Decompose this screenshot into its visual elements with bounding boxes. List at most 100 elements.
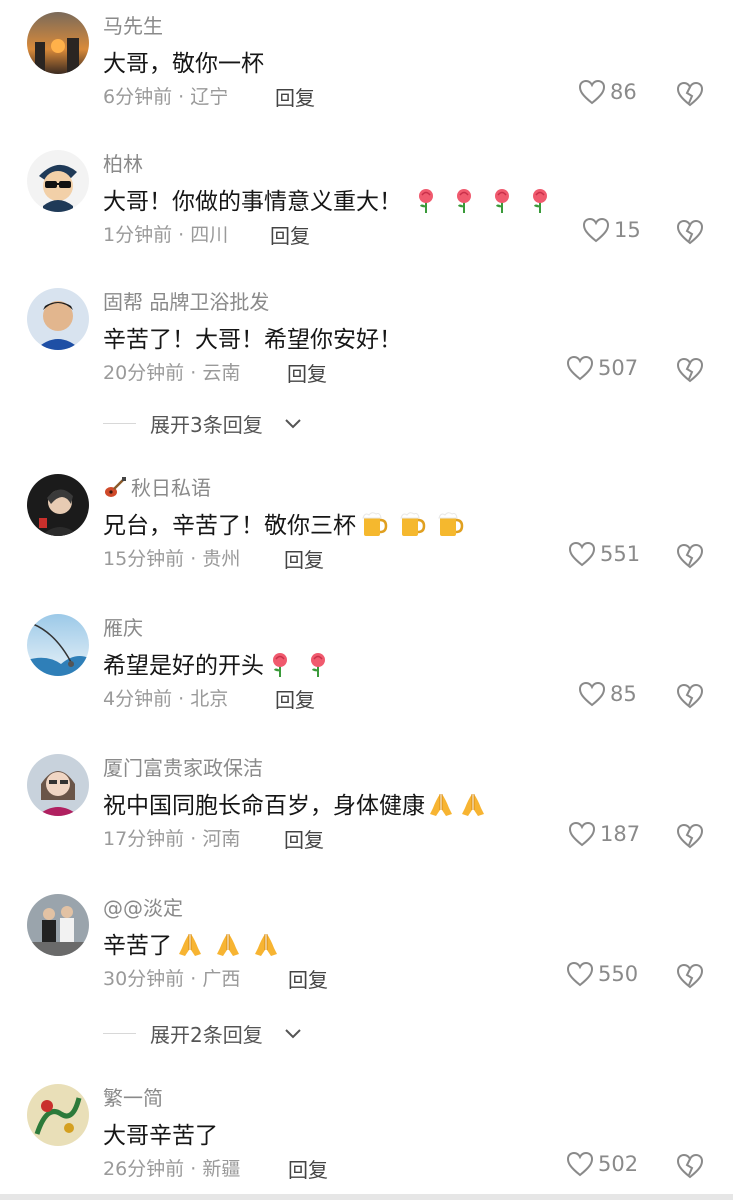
broken-heart-icon[interactable]	[675, 961, 705, 991]
avatar[interactable]	[27, 12, 89, 74]
broken-heart-icon[interactable]	[675, 1151, 705, 1181]
comment-item: 繁一简 大哥辛苦了 26分钟前 · 新疆 回复 502	[0, 1076, 733, 1196]
username[interactable]: 马先生	[103, 10, 163, 39]
beer-emoji-icon	[398, 510, 426, 538]
comment-time: 4分钟前	[103, 688, 173, 710]
rose-emoji-icon	[488, 186, 516, 214]
pray-emoji-icon	[252, 930, 280, 958]
comment-text: 希望是好的开头	[103, 646, 332, 680]
heart-outline-icon	[566, 355, 594, 381]
like-button[interactable]: 502	[566, 1151, 638, 1183]
comment-time: 15分钟前	[103, 548, 185, 570]
heart-outline-icon	[568, 821, 596, 847]
rose-emoji-icon	[304, 650, 332, 678]
like-count: 85	[610, 682, 637, 706]
broken-heart-icon[interactable]	[675, 821, 705, 851]
like-button[interactable]: 550	[566, 961, 638, 993]
heart-outline-icon	[568, 541, 596, 567]
beer-emoji-icon	[360, 510, 388, 538]
broken-heart-icon[interactable]	[675, 541, 705, 571]
rose-emoji-icon	[412, 186, 440, 214]
username[interactable]: 秋日私语	[103, 472, 211, 501]
broken-heart-icon[interactable]	[675, 79, 705, 109]
avatar[interactable]	[27, 474, 89, 536]
comment-text-content: 大哥！你做的事情意义重大！	[103, 189, 402, 215]
heart-outline-icon	[578, 79, 606, 105]
reply-button[interactable]: 回复	[284, 824, 324, 853]
like-button[interactable]: 507	[566, 355, 638, 387]
reply-button[interactable]: 回复	[288, 964, 328, 993]
broken-heart-icon[interactable]	[675, 681, 705, 711]
beer-emoji-icon	[436, 510, 464, 538]
rose-emoji-icon	[526, 186, 554, 214]
avatar[interactable]	[27, 754, 89, 816]
comment-text: 辛苦了！大哥！希望你安好！	[103, 327, 402, 353]
like-button[interactable]: 85	[578, 681, 637, 713]
comment-text: 大哥！你做的事情意义重大！	[103, 182, 554, 216]
username[interactable]: 雁庆	[103, 612, 143, 641]
comment-location: 贵州	[202, 548, 241, 570]
comment-item: 秋日私语 兄台，辛苦了！敬你三杯 15分钟前 · 贵州 回复 551	[0, 466, 733, 586]
reply-button[interactable]: 回复	[270, 220, 310, 249]
username[interactable]: @@淡定	[103, 892, 183, 921]
comment-location: 河南	[202, 828, 241, 850]
avatar[interactable]	[27, 894, 89, 956]
like-count: 502	[598, 1152, 639, 1176]
reply-button[interactable]: 回复	[275, 684, 315, 713]
comment-text-content: 兄台，辛苦了！敬你三杯	[103, 513, 356, 539]
avatar[interactable]	[27, 288, 89, 350]
chevron-down-icon	[285, 1029, 301, 1039]
like-count: 187	[600, 822, 641, 846]
comment-time: 20分钟前	[103, 362, 185, 384]
reply-button[interactable]: 回复	[287, 358, 327, 387]
comment-text-content: 希望是好的开头	[103, 653, 264, 679]
comment-text: 大哥，敬你一杯	[103, 51, 264, 77]
reply-button[interactable]: 回复	[275, 82, 315, 111]
pray-emoji-icon	[214, 930, 242, 958]
expand-replies-button[interactable]: 展开2条回复	[103, 1019, 503, 1049]
heart-outline-icon	[582, 217, 610, 243]
rose-emoji-icon	[450, 186, 478, 214]
username[interactable]: 固帮 品牌卫浴批发	[103, 286, 269, 315]
comment-time: 17分钟前	[103, 828, 185, 850]
broken-heart-icon[interactable]	[675, 355, 705, 385]
avatar[interactable]	[27, 1084, 89, 1146]
like-button[interactable]: 551	[568, 541, 640, 573]
username[interactable]: 繁一简	[103, 1082, 163, 1111]
heart-outline-icon	[566, 1151, 594, 1177]
comment-location: 北京	[190, 688, 229, 710]
broken-heart-icon[interactable]	[675, 217, 705, 247]
comment-meta: 15分钟前 · 贵州	[103, 548, 241, 570]
comment-meta: 20分钟前 · 云南	[103, 362, 241, 384]
like-button[interactable]: 86	[578, 79, 637, 111]
comment-time: 30分钟前	[103, 968, 185, 990]
divider	[103, 423, 136, 424]
reply-button[interactable]: 回复	[288, 1154, 328, 1183]
heart-outline-icon	[578, 681, 606, 707]
like-count: 15	[614, 218, 641, 242]
avatar[interactable]	[27, 614, 89, 676]
like-count: 551	[600, 542, 641, 566]
like-count: 507	[598, 356, 639, 380]
chevron-down-icon	[285, 419, 301, 429]
comment-meta: 1分钟前 · 四川	[103, 224, 229, 246]
like-button[interactable]: 15	[582, 217, 641, 249]
comment-meta: 26分钟前 · 新疆	[103, 1158, 241, 1180]
expand-replies-label: 展开2条回复	[150, 1023, 263, 1047]
avatar[interactable]	[27, 150, 89, 212]
comment-item: 厦门富贵家政保洁 祝中国同胞长命百岁，身体健康 17分钟前 · 河南 回复 18…	[0, 746, 733, 866]
expand-replies-button[interactable]: 展开3条回复	[103, 409, 503, 439]
comment-time: 26分钟前	[103, 1158, 185, 1180]
divider	[103, 1033, 136, 1034]
comment-meta: 30分钟前 · 广西	[103, 968, 241, 990]
comment-text-content: 祝中国同胞长命百岁，身体健康	[103, 793, 425, 819]
username[interactable]: 厦门富贵家政保洁	[103, 752, 263, 781]
username[interactable]: 柏林	[103, 148, 143, 177]
comment-meta: 17分钟前 · 河南	[103, 828, 241, 850]
comment-location: 云南	[202, 362, 241, 384]
comment-text: 大哥辛苦了	[103, 1123, 218, 1149]
heart-outline-icon	[566, 961, 594, 987]
reply-button[interactable]: 回复	[284, 544, 324, 573]
comment-text-content: 辛苦了	[103, 933, 172, 959]
like-button[interactable]: 187	[568, 821, 640, 853]
